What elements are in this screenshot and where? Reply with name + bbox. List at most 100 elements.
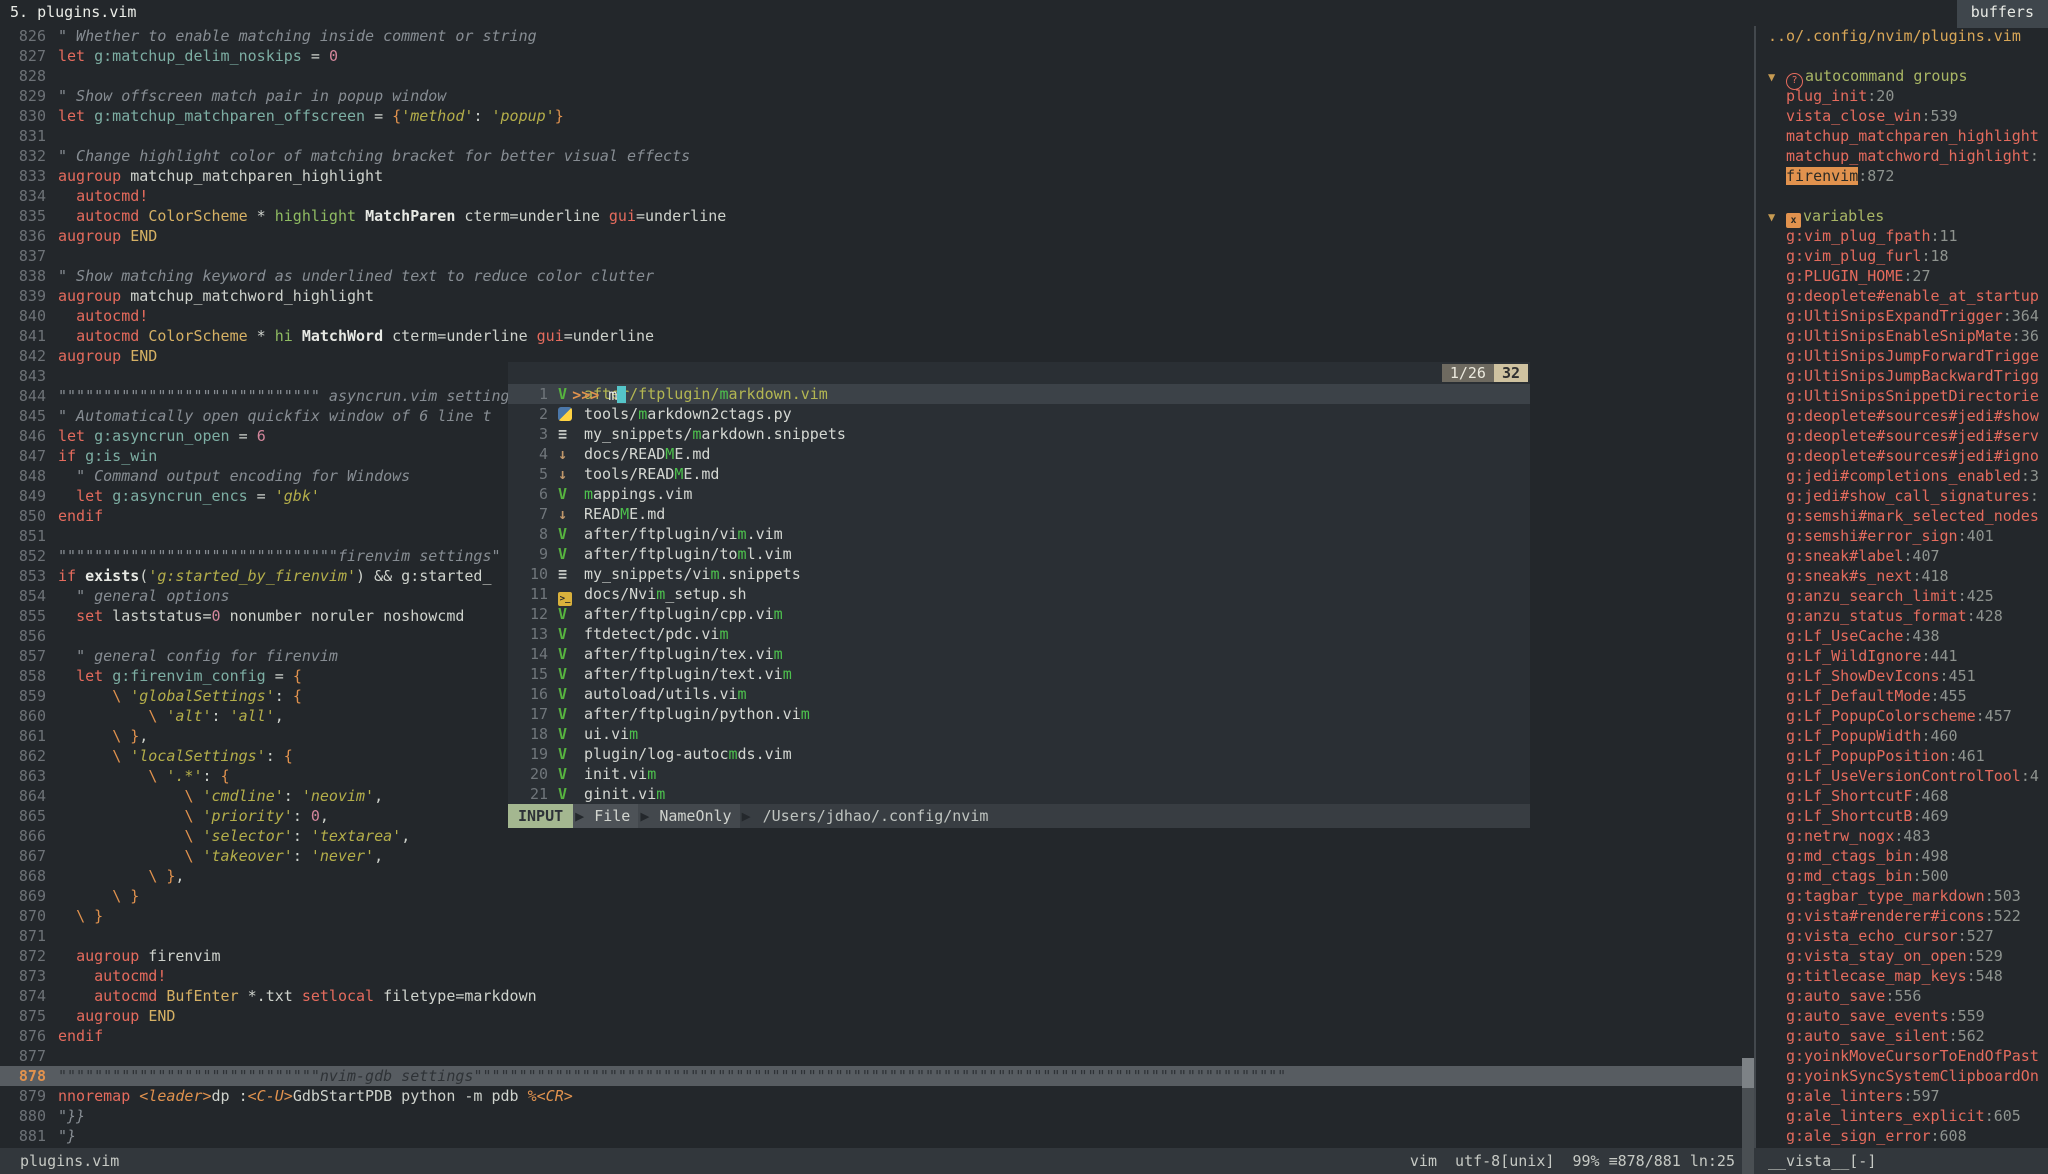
vista-item[interactable]: g:Lf_ShortcutB:469	[1756, 806, 2048, 826]
vista-item[interactable]: g:md_ctags_bin:498	[1756, 846, 2048, 866]
code-line[interactable]: 876endif	[0, 1026, 1754, 1046]
file-result-row[interactable]: 20Vinit.vim	[508, 764, 1530, 784]
file-result-row[interactable]: 21Vginit.vim	[508, 784, 1530, 804]
vista-item[interactable]: g:auto_save:556	[1756, 986, 2048, 1006]
vista-item[interactable]: g:vista#renderer#icons:522	[1756, 906, 2048, 926]
fuzzy-search-input[interactable]: >>> m 1/2632	[508, 362, 1530, 384]
code-line[interactable]: 838" Show matching keyword as underlined…	[0, 266, 1754, 286]
file-result-row[interactable]: 8Vafter/ftplugin/vim.vim	[508, 524, 1530, 544]
vista-item[interactable]: g:auto_save_silent:562	[1756, 1026, 2048, 1046]
vista-item[interactable]: g:netrw_nogx:483	[1756, 826, 2048, 846]
file-result-row[interactable]: 12Vafter/ftplugin/cpp.vim	[508, 604, 1530, 624]
vista-item[interactable]: g:Lf_WildIgnore:441	[1756, 646, 2048, 666]
vista-item[interactable]: g:Lf_PopupWidth:460	[1756, 726, 2048, 746]
vista-item[interactable]: g:md_ctags_bin:500	[1756, 866, 2048, 886]
vista-item[interactable]: g:auto_save_events:559	[1756, 1006, 2048, 1026]
code-line[interactable]: 873 autocmd!	[0, 966, 1754, 986]
file-result-row[interactable]: 7↓README.md	[508, 504, 1530, 524]
vista-item[interactable]: g:ale_linters:597	[1756, 1086, 2048, 1106]
vista-item[interactable]: g:UltiSnipsEnableSnipMate:36	[1756, 326, 2048, 346]
code-line[interactable]: 881"}	[0, 1126, 1754, 1146]
file-result-row[interactable]: 19Vplugin/log-autocmds.vim	[508, 744, 1530, 764]
sidebar-scrollbar-track[interactable]	[1742, 1088, 1754, 1174]
code-line[interactable]: 840 autocmd!	[0, 306, 1754, 326]
file-result-row[interactable]: 16Vautoload/utils.vim	[508, 684, 1530, 704]
vista-item[interactable]: firenvim:872	[1756, 166, 2048, 186]
file-result-row[interactable]: 9Vafter/ftplugin/toml.vim	[508, 544, 1530, 564]
code-line[interactable]: 877	[0, 1046, 1754, 1066]
file-result-row[interactable]: 14Vafter/ftplugin/tex.vim	[508, 644, 1530, 664]
vista-sidebar[interactable]: ..o/.config/nvim/plugins.vim▼?autocomman…	[1756, 26, 2048, 1148]
vista-item[interactable]: g:sneak#s_next:418	[1756, 566, 2048, 586]
vista-item[interactable]: g:yoinkSyncSystemClipboardOn	[1756, 1066, 2048, 1086]
vista-item[interactable]: g:ale_linters_explicit:605	[1756, 1106, 2048, 1126]
vista-item[interactable]: g:UltiSnipsJumpBackwardTrigg	[1756, 366, 2048, 386]
vista-item[interactable]: plug_init:20	[1756, 86, 2048, 106]
vista-item[interactable]: g:tagbar_type_markdown:503	[1756, 886, 2048, 906]
vista-item[interactable]: g:titlecase_map_keys:548	[1756, 966, 2048, 986]
vista-item[interactable]: g:Lf_ShowDevIcons:451	[1756, 666, 2048, 686]
file-result-row[interactable]: 2tools/markdown2ctags.py	[508, 404, 1530, 424]
code-line[interactable]: 836augroup END	[0, 226, 1754, 246]
file-result-row[interactable]: 4↓docs/README.md	[508, 444, 1530, 464]
code-line[interactable]: 837	[0, 246, 1754, 266]
code-line[interactable]: 869 \ }	[0, 886, 1754, 906]
code-line[interactable]: 880"}}	[0, 1106, 1754, 1126]
file-result-row[interactable]: 6Vmappings.vim	[508, 484, 1530, 504]
collapse-triangle-icon[interactable]: ▼	[1768, 67, 1786, 87]
vista-item[interactable]: g:Lf_DefaultMode:455	[1756, 686, 2048, 706]
code-line[interactable]: 827let g:matchup_delim_noskips = 0	[0, 46, 1754, 66]
vista-item[interactable]: g:deoplete#sources#jedi#show	[1756, 406, 2048, 426]
code-line[interactable]: 829" Show offscreen match pair in popup …	[0, 86, 1754, 106]
code-line[interactable]: 867 \ 'takeover': 'never',	[0, 846, 1754, 866]
code-line[interactable]: 870 \ }	[0, 906, 1754, 926]
code-line[interactable]: 839augroup matchup_matchword_highlight	[0, 286, 1754, 306]
vista-item[interactable]: g:anzu_status_format:428	[1756, 606, 2048, 626]
code-line[interactable]: 841 autocmd ColorScheme * hi MatchWord c…	[0, 326, 1754, 346]
code-line[interactable]: 874 autocmd BufEnter *.txt setlocal file…	[0, 986, 1754, 1006]
file-result-row[interactable]: 11>_docs/Nvim_setup.sh	[508, 584, 1530, 604]
vista-group-autocommand-groups[interactable]: ▼?autocommand groups	[1756, 66, 2048, 86]
vista-item[interactable]: g:semshi#mark_selected_nodes	[1756, 506, 2048, 526]
vista-item[interactable]: g:jedi#show_call_signatures:	[1756, 486, 2048, 506]
code-line[interactable]: 866 \ 'selector': 'textarea',	[0, 826, 1754, 846]
vista-item[interactable]: g:Lf_UseCache:438	[1756, 626, 2048, 646]
vista-item[interactable]: g:vista_echo_cursor:527	[1756, 926, 2048, 946]
vista-item[interactable]: matchup_matchword_highlight:	[1756, 146, 2048, 166]
code-line[interactable]: 879nnoremap <leader>dp :<C-U>GdbStartPDB…	[0, 1086, 1754, 1106]
vista-item[interactable]: g:PLUGIN_HOME:27	[1756, 266, 2048, 286]
vista-item[interactable]: g:Lf_UseVersionControlTool:4	[1756, 766, 2048, 786]
vista-item[interactable]: g:deoplete#sources#jedi#igno	[1756, 446, 2048, 466]
file-result-row[interactable]: 10≡my_snippets/vim.snippets	[508, 564, 1530, 584]
code-line[interactable]: 826" Whether to enable matching inside c…	[0, 26, 1754, 46]
vista-item[interactable]: g:UltiSnipsJumpForwardTrigge	[1756, 346, 2048, 366]
vista-item[interactable]: g:Lf_ShortcutF:468	[1756, 786, 2048, 806]
vista-item[interactable]: g:deoplete#enable_at_startup	[1756, 286, 2048, 306]
vista-item[interactable]: matchup_matchparen_highlight	[1756, 126, 2048, 146]
code-line[interactable]: 830let g:matchup_matchparen_offscreen = …	[0, 106, 1754, 126]
vista-item[interactable]: g:jedi#completions_enabled:3	[1756, 466, 2048, 486]
code-line[interactable]: 828	[0, 66, 1754, 86]
vista-item[interactable]: g:vim_plug_fpath:11	[1756, 226, 2048, 246]
vista-item[interactable]: g:UltiSnipsExpandTrigger:364	[1756, 306, 2048, 326]
sidebar-scrollbar-thumb[interactable]	[1742, 1058, 1754, 1088]
code-line[interactable]: 834 autocmd!	[0, 186, 1754, 206]
tab-plugins-vim[interactable]: 5. plugins.vim	[10, 2, 136, 22]
tab-buffers[interactable]: buffers	[1957, 0, 2048, 28]
file-result-row[interactable]: 17Vafter/ftplugin/python.vim	[508, 704, 1530, 724]
code-line[interactable]: 872 augroup firenvim	[0, 946, 1754, 966]
vista-item[interactable]: g:vim_plug_furl:18	[1756, 246, 2048, 266]
vista-item[interactable]: g:deoplete#sources#jedi#serv	[1756, 426, 2048, 446]
file-result-row[interactable]: 3≡my_snippets/markdown.snippets	[508, 424, 1530, 444]
vista-item[interactable]: vista_close_win:539	[1756, 106, 2048, 126]
vista-item[interactable]: g:sneak#label:407	[1756, 546, 2048, 566]
vista-item[interactable]: g:vista_stay_on_open:529	[1756, 946, 2048, 966]
code-line[interactable]: 878"""""""""""""""""""""""""""""nvim-gdb…	[0, 1066, 1754, 1086]
vista-group-variables[interactable]: ▼xvariables	[1756, 206, 2048, 226]
vista-item[interactable]: g:Lf_PopupColorscheme:457	[1756, 706, 2048, 726]
code-line[interactable]: 871	[0, 926, 1754, 946]
file-result-row[interactable]: 13Vftdetect/pdc.vim	[508, 624, 1530, 644]
collapse-triangle-icon[interactable]: ▼	[1768, 207, 1786, 227]
code-line[interactable]: 832" Change highlight color of matching …	[0, 146, 1754, 166]
vista-item[interactable]: g:UltiSnipsSnippetDirectorie	[1756, 386, 2048, 406]
